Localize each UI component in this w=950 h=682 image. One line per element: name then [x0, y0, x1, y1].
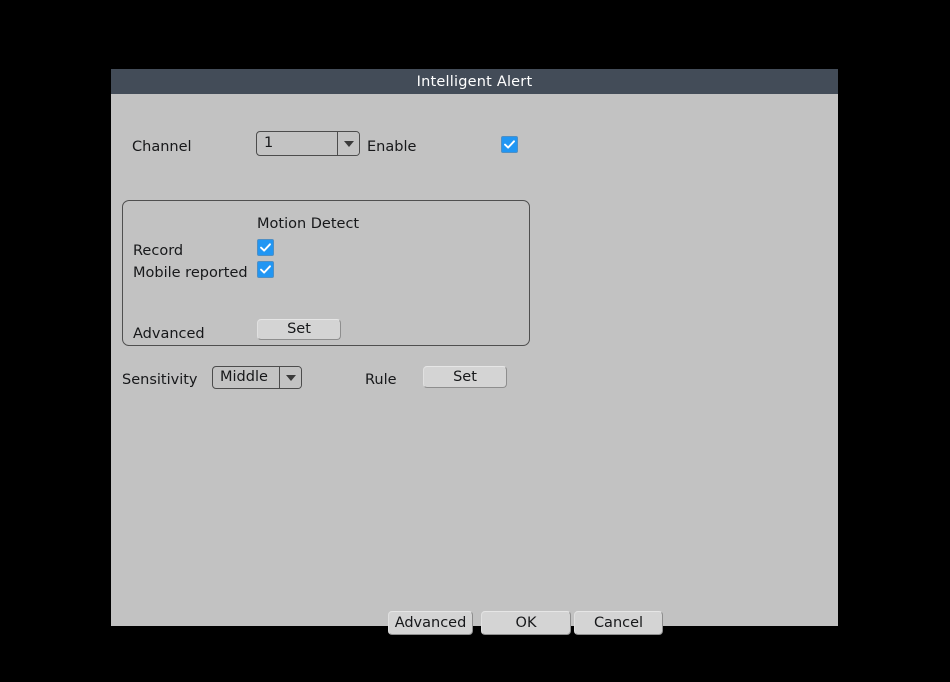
channel-select[interactable]: 1 — [256, 131, 360, 156]
sensitivity-label: Sensitivity — [122, 373, 198, 388]
motion-detect-column-header: Motion Detect — [257, 217, 359, 232]
rule-set-button[interactable]: Set — [423, 366, 507, 388]
mobile-reported-label: Mobile reported — [133, 266, 248, 281]
chevron-down-icon[interactable] — [279, 367, 301, 388]
cancel-button[interactable]: Cancel — [574, 611, 663, 635]
channel-select-value: 1 — [257, 132, 337, 155]
check-icon — [258, 240, 273, 255]
enable-checkbox[interactable] — [501, 136, 518, 153]
ok-button[interactable]: OK — [481, 611, 571, 635]
record-label: Record — [133, 244, 183, 259]
dialog-body: Channel 1 Enable Motion Detect Record Mo… — [111, 94, 838, 626]
sensitivity-select-value: Middle — [213, 367, 279, 388]
chevron-down-icon[interactable] — [337, 132, 359, 155]
motion-detect-panel: Motion Detect Record Mobile reported Adv… — [122, 200, 530, 346]
channel-label: Channel — [132, 140, 192, 155]
check-icon — [502, 137, 517, 152]
enable-label: Enable — [367, 140, 416, 155]
intelligent-alert-dialog: Intelligent Alert Channel 1 Enable Motio… — [111, 69, 838, 626]
footer-advanced-button[interactable]: Advanced — [388, 611, 473, 635]
advanced-set-button[interactable]: Set — [257, 319, 341, 340]
mobile-reported-checkbox[interactable] — [257, 261, 274, 278]
check-icon — [258, 262, 273, 277]
sensitivity-select[interactable]: Middle — [212, 366, 302, 389]
dialog-title-bar: Intelligent Alert — [111, 69, 838, 94]
panel-advanced-label: Advanced — [133, 327, 205, 342]
dialog-title: Intelligent Alert — [417, 74, 533, 90]
record-checkbox[interactable] — [257, 239, 274, 256]
rule-label: Rule — [365, 373, 397, 388]
